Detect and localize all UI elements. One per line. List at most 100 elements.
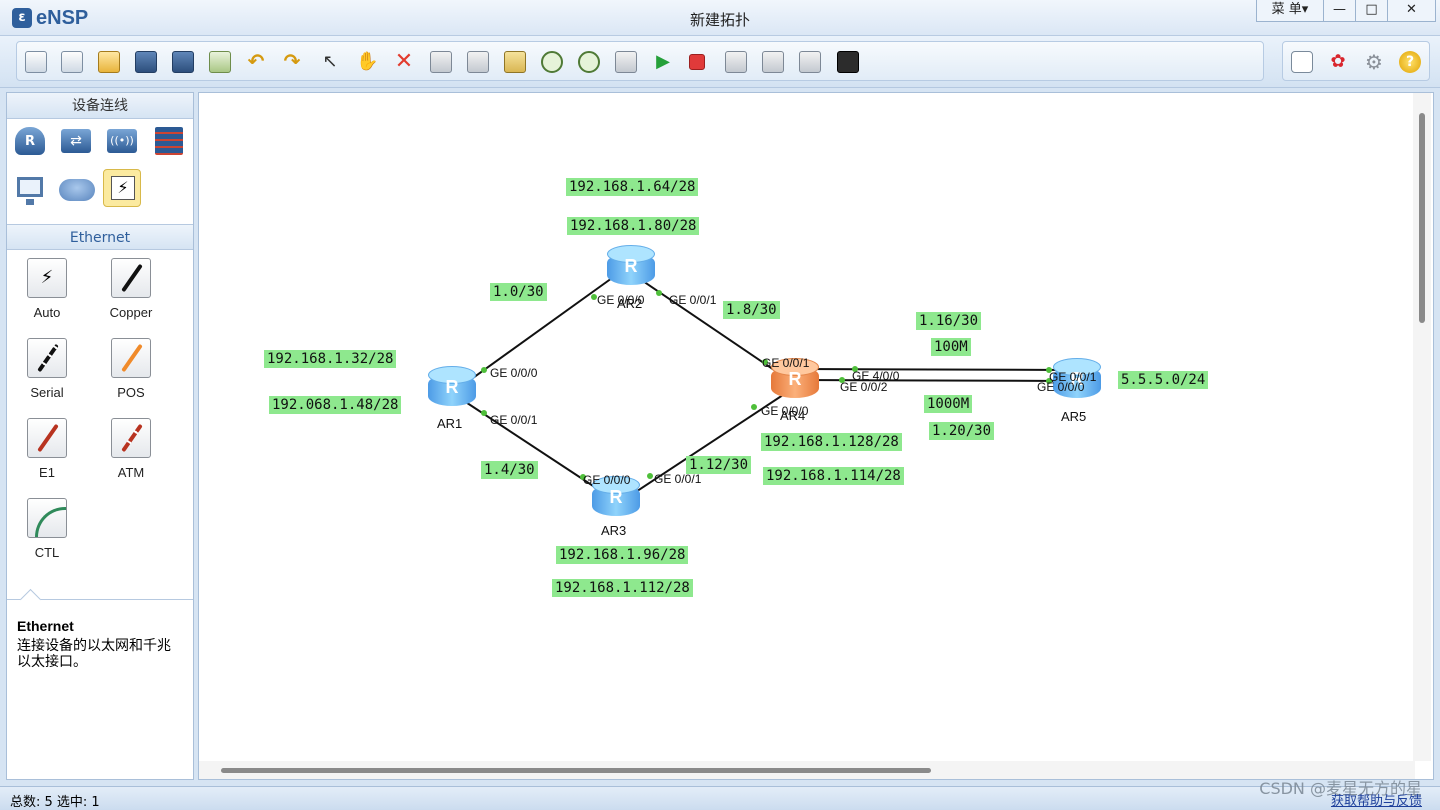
close-button[interactable]: ✕ <box>1387 0 1435 21</box>
topology-canvas[interactable]: R R R R R AR1 AR2 AR3 AR4 AR5 GE 0/0/0 G… <box>198 92 1434 780</box>
menu-button[interactable]: 菜 单▾ <box>1257 0 1323 21</box>
pan-hand-icon[interactable]: ✋ <box>356 51 378 73</box>
zoom-in-icon[interactable] <box>541 51 563 73</box>
cable-panel-header: Ethernet <box>7 224 193 250</box>
router-ar1[interactable]: R <box>428 366 476 406</box>
palette-icon[interactable] <box>504 51 526 73</box>
zoom-out-icon[interactable] <box>578 51 600 73</box>
cable-label: CTL <box>34 545 60 560</box>
router-icon: R <box>15 127 45 155</box>
cable-pos[interactable]: POS <box>101 338 161 414</box>
grid-icon[interactable] <box>799 51 821 73</box>
cable-e1[interactable]: E1 <box>17 418 77 494</box>
cloud-category[interactable] <box>57 171 95 207</box>
network-label: 192.168.1.80/28 <box>567 217 700 235</box>
select-cursor-icon[interactable]: ↖ <box>319 51 341 73</box>
port-label: GE 0/0/1 <box>490 413 538 427</box>
delete-link-icon[interactable] <box>430 51 452 73</box>
cable-ctl[interactable]: CTL <box>17 498 77 574</box>
link-category[interactable]: ⚡ <box>103 169 141 207</box>
router-category[interactable]: R <box>11 123 49 159</box>
cable-label: Copper <box>109 305 153 320</box>
delete-icon[interactable]: ✕ <box>393 51 415 73</box>
status-count: 总数: 5 选中: 1 <box>10 795 100 810</box>
network-label: 1.0/30 <box>490 283 547 301</box>
save-icon[interactable] <box>135 51 157 73</box>
network-label: 1.20/30 <box>929 422 995 440</box>
network-label: 1.8/30 <box>723 301 780 319</box>
app-logo: ε eNSP <box>12 6 88 30</box>
network-label: 1.16/30 <box>916 312 982 330</box>
terminal-icon[interactable] <box>837 51 859 73</box>
port-dot <box>647 473 653 479</box>
print-icon[interactable] <box>209 51 231 73</box>
description-box: Ethernet 连接设备的以太网和千兆以太接口。 <box>7 599 193 779</box>
vertical-scrollbar[interactable] <box>1413 93 1431 761</box>
network-label: 192.168.1.128/28 <box>761 433 902 451</box>
start-device-icon[interactable]: ▶ <box>652 51 674 73</box>
terminal-category[interactable] <box>11 171 49 207</box>
link-ar4-ar5-a <box>798 368 1070 371</box>
cable-grid: ⚡ Auto Copper Serial POS E1 ATM CTL <box>7 250 193 595</box>
port-dot <box>656 290 662 296</box>
router-ar2[interactable]: R <box>607 245 655 285</box>
horizontal-scroll-thumb[interactable] <box>221 768 931 773</box>
serial-cable-icon <box>27 338 67 378</box>
ctl-cable-icon <box>27 498 67 538</box>
port-label: GE 0/0/1 <box>654 472 702 486</box>
toolbar: ↶ ↷ ↖ ✋ ✕ ▶ ✿ ⚙ ? <box>0 36 1440 88</box>
firewall-icon <box>155 127 183 155</box>
vertical-scroll-thumb[interactable] <box>1419 113 1425 323</box>
gear-icon[interactable]: ⚙ <box>1363 51 1385 73</box>
device-type-grid: R ⇄ ((•)) ⚡ <box>7 119 193 224</box>
e1-cable-icon <box>27 418 67 458</box>
switch-category[interactable]: ⇄ <box>57 123 95 159</box>
firewall-category[interactable] <box>149 123 187 159</box>
wlan-category[interactable]: ((•)) <box>103 123 141 159</box>
text-comment-icon[interactable] <box>467 51 489 73</box>
cable-serial[interactable]: Serial <box>17 338 77 414</box>
cable-copper[interactable]: Copper <box>101 258 161 334</box>
save-as-icon[interactable] <box>172 51 194 73</box>
router-name-ar3: AR3 <box>601 523 627 538</box>
cable-label: Serial <box>30 385 64 400</box>
wireless-icon: ((•)) <box>107 129 137 153</box>
maximize-button[interactable]: □ <box>1355 0 1387 21</box>
network-label: 1000M <box>924 395 973 413</box>
network-label: 192.168.1.96/28 <box>556 546 689 564</box>
minimize-button[interactable]: — <box>1323 0 1355 21</box>
cable-auto[interactable]: ⚡ Auto <box>17 258 77 334</box>
horizontal-scrollbar[interactable] <box>199 761 1415 779</box>
undo-icon[interactable]: ↶ <box>245 51 267 73</box>
network-label: 192.168.1.64/28 <box>566 178 699 196</box>
fit-view-icon[interactable] <box>615 51 637 73</box>
port-dot <box>751 404 757 410</box>
pos-cable-icon <box>111 338 151 378</box>
redo-icon[interactable]: ↷ <box>281 51 303 73</box>
cable-atm[interactable]: ATM <box>101 418 161 494</box>
toolbar-main-group: ↶ ↷ ↖ ✋ ✕ ▶ <box>16 41 1264 81</box>
auto-cable-icon: ⚡ <box>27 258 67 298</box>
logo-text: eNSP <box>36 6 89 29</box>
topology-icon[interactable] <box>762 51 784 73</box>
new-example-icon[interactable] <box>61 51 83 73</box>
network-label: 1.12/30 <box>686 456 752 474</box>
port-label: GE 0/0/0 <box>597 293 645 307</box>
help-icon[interactable]: ? <box>1399 51 1421 73</box>
cable-label: POS <box>117 385 145 400</box>
port-label: GE 0/0/1 <box>669 293 717 307</box>
network-label: 192.168.1.112/28 <box>552 579 693 597</box>
open-icon[interactable] <box>98 51 120 73</box>
port-label: GE 0/0/0 <box>1037 380 1085 394</box>
help-feedback-link[interactable]: 获取帮助与反馈 <box>1331 790 1422 809</box>
new-topology-icon[interactable] <box>25 51 47 73</box>
port-dot <box>481 367 487 373</box>
stop-device-icon[interactable] <box>689 54 705 70</box>
router-name-ar1: AR1 <box>437 416 463 431</box>
copper-cable-icon <box>111 258 151 298</box>
capture-icon[interactable] <box>725 51 747 73</box>
huawei-icon[interactable]: ✿ <box>1327 51 1349 73</box>
port-label: GE 0/0/0 <box>761 404 809 418</box>
cable-label: ATM <box>117 465 145 480</box>
chat-icon[interactable] <box>1291 51 1313 73</box>
